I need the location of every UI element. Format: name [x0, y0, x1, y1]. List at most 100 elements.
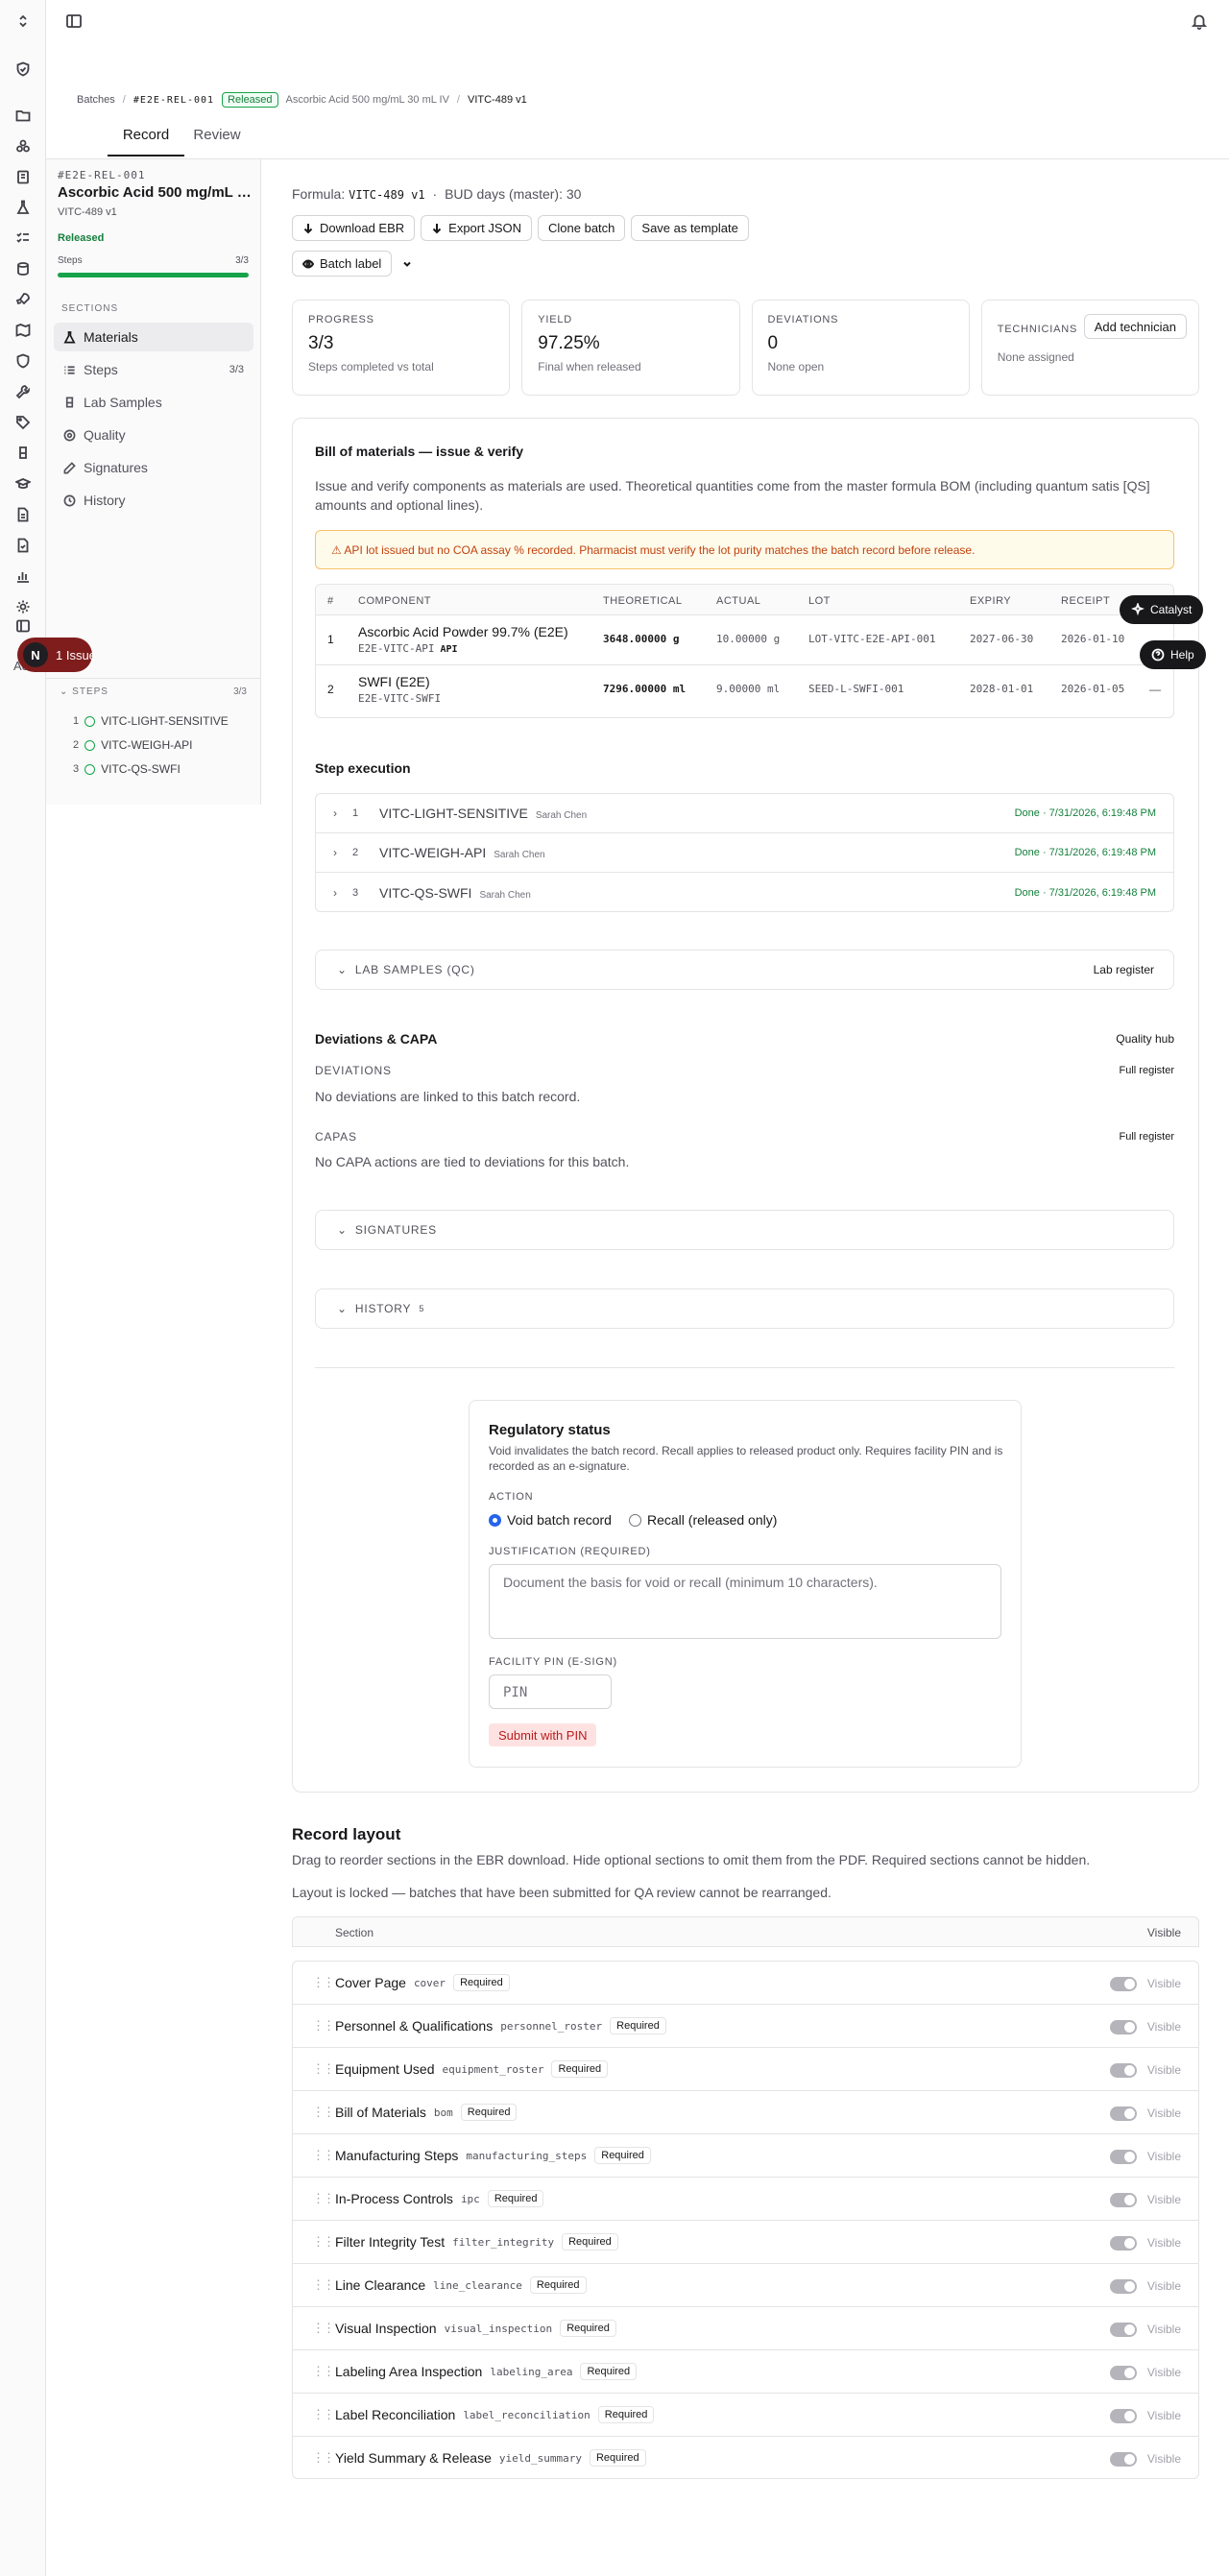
step-row[interactable]: › 2 VITC-WEIGH-API Sarah Chen Done · 7/31…: [316, 833, 1173, 873]
add-technician-button[interactable]: Add technician: [1083, 314, 1187, 339]
visible-toggle[interactable]: [1110, 2107, 1137, 2121]
drag-handle-icon[interactable]: ⋮⋮: [312, 2061, 335, 2077]
visible-toggle[interactable]: [1110, 2409, 1137, 2423]
deviations-register-link[interactable]: Full register: [1120, 1065, 1174, 1076]
graduation-cap-icon[interactable]: [13, 474, 33, 494]
list-check-icon[interactable]: [13, 229, 33, 248]
visible-toggle[interactable]: [1110, 2279, 1137, 2294]
visible-label: Visible: [1146, 2020, 1181, 2034]
export-json-button[interactable]: Export JSON: [421, 215, 533, 241]
tab-review[interactable]: Review: [182, 127, 252, 155]
sidebar-toggle-icon[interactable]: [13, 616, 33, 636]
visible-toggle[interactable]: [1110, 2366, 1137, 2380]
drag-handle-icon[interactable]: ⋮⋮: [312, 2018, 335, 2034]
file-check-icon[interactable]: [13, 536, 33, 555]
file-text-icon[interactable]: [13, 505, 33, 524]
help-button[interactable]: Help: [1140, 640, 1206, 669]
history-section[interactable]: ⌄ HISTORY 5: [315, 1288, 1174, 1329]
sidebar-step[interactable]: 1 VITC-LIGHT-SENSITIVE: [73, 714, 229, 728]
steps-header[interactable]: ⌄ STEPS: [60, 686, 108, 697]
issues-pill[interactable]: N 1 Issue: [17, 638, 92, 672]
wrench-icon[interactable]: [13, 382, 33, 401]
map-icon[interactable]: [13, 321, 33, 340]
workspace-switcher-icon[interactable]: [13, 12, 33, 31]
settings-icon[interactable]: [13, 597, 33, 616]
signatures-section[interactable]: ⌄ SIGNATURES: [315, 1210, 1174, 1250]
recall-radio[interactable]: Recall (released only): [629, 1512, 777, 1528]
beaker-icon[interactable]: [13, 444, 33, 463]
lab-samples-section[interactable]: ⌄ LAB SAMPLES (QC) Lab register: [315, 950, 1174, 990]
section-history[interactable]: History: [54, 486, 253, 515]
layout-row[interactable]: ⋮⋮ Filter Integrity Test filter_integrity R…: [293, 2221, 1198, 2264]
drag-handle-icon[interactable]: ⋮⋮: [312, 2234, 335, 2250]
layout-row[interactable]: ⋮⋮ Yield Summary & Release yield_summary Re…: [293, 2437, 1198, 2480]
layout-row[interactable]: ⋮⋮ Label Reconciliation label_reconciliati…: [293, 2394, 1198, 2437]
flask-icon[interactable]: [13, 198, 33, 217]
section-lab-samples[interactable]: Lab Samples: [54, 388, 253, 417]
layout-row[interactable]: ⋮⋮ Labeling Area Inspection labeling_area R…: [293, 2350, 1198, 2394]
drag-handle-icon[interactable]: ⋮⋮: [312, 2105, 335, 2120]
sidebar-step[interactable]: 3 VITC-QS-SWFI: [73, 762, 181, 776]
drag-handle-icon[interactable]: ⋮⋮: [312, 2450, 335, 2466]
step-row[interactable]: › 1 VITC-LIGHT-SENSITIVE Sarah Chen Done …: [316, 794, 1173, 833]
layout-row[interactable]: ⋮⋮ Visual Inspection visual_inspection Requ…: [293, 2307, 1198, 2350]
visible-toggle[interactable]: [1110, 2236, 1137, 2251]
section-materials[interactable]: Materials: [54, 323, 253, 351]
layout-row[interactable]: ⋮⋮ Equipment Used equipment_roster Required…: [293, 2048, 1198, 2091]
void-radio[interactable]: Void batch record: [489, 1512, 612, 1528]
download-ebr-button[interactable]: Download EBR: [292, 215, 416, 241]
section-quality[interactable]: Quality: [54, 421, 253, 449]
drag-handle-icon[interactable]: ⋮⋮: [312, 2277, 335, 2293]
drag-handle-icon[interactable]: ⋮⋮: [312, 1975, 335, 1990]
justification-textarea[interactable]: Document the basis for void or recall (m…: [489, 1564, 1001, 1639]
step-row[interactable]: › 3 VITC-QS-SWFI Sarah Chen Done · 7/31/2…: [316, 873, 1173, 912]
drag-handle-icon[interactable]: ⋮⋮: [312, 2191, 335, 2206]
layout-row[interactable]: ⋮⋮ Cover Page cover Required Visible: [293, 1962, 1198, 2005]
bom-row[interactable]: 1 Ascorbic Acid Powder 99.7% (E2E) E2E-V…: [316, 615, 1173, 665]
shield-icon[interactable]: [13, 351, 33, 371]
catalyst-button[interactable]: Catalyst: [1120, 595, 1204, 624]
capas-register-link[interactable]: Full register: [1120, 1131, 1174, 1143]
chevron-down-icon[interactable]: [398, 251, 418, 277]
drag-handle-icon[interactable]: ⋮⋮: [312, 2364, 335, 2379]
tab-record[interactable]: Record: [108, 127, 184, 156]
visible-toggle[interactable]: [1110, 2452, 1137, 2467]
boxes-icon[interactable]: [13, 136, 33, 156]
visible-toggle[interactable]: [1110, 2150, 1137, 2164]
sidebar-steps-label: Steps: [58, 255, 83, 266]
rocket-icon[interactable]: [13, 290, 33, 309]
section-steps[interactable]: Steps 3/3: [54, 355, 253, 384]
layout-row[interactable]: ⋮⋮ Line Clearance line_clearance Required Vi…: [293, 2264, 1198, 2307]
bell-icon[interactable]: [1191, 12, 1208, 33]
section-signatures[interactable]: Signatures: [54, 453, 253, 482]
visible-toggle[interactable]: [1110, 2323, 1137, 2337]
shield-check-icon[interactable]: [13, 60, 33, 79]
visible-toggle[interactable]: [1110, 2063, 1137, 2078]
lab-register-link[interactable]: Lab register: [1094, 963, 1154, 976]
clone-batch-button[interactable]: Clone batch: [538, 215, 626, 241]
quality-hub-link[interactable]: Quality hub: [1116, 1032, 1174, 1046]
bom-row[interactable]: 2 SWFI (E2E) E2E-VITC-SWFI 7296.00000 ml…: [316, 665, 1173, 715]
layout-row[interactable]: ⋮⋮ Bill of Materials bom Required Visible: [293, 2091, 1198, 2134]
clipboard-icon[interactable]: [13, 167, 33, 186]
sidebar-step[interactable]: 2 VITC-WEIGH-API: [73, 738, 192, 752]
layout-row[interactable]: ⋮⋮ Manufacturing Steps manufacturing_steps…: [293, 2134, 1198, 2178]
layout-row[interactable]: ⋮⋮ In-Process Controls ipc Required Visible: [293, 2178, 1198, 2221]
visible-toggle[interactable]: [1110, 2020, 1137, 2034]
drag-handle-icon[interactable]: ⋮⋮: [312, 2321, 335, 2336]
panel-toggle-icon[interactable]: [65, 12, 83, 33]
visible-toggle[interactable]: [1110, 2193, 1137, 2207]
database-icon[interactable]: [13, 259, 33, 278]
submit-pin-button[interactable]: Submit with PIN: [489, 1723, 597, 1746]
batch-label-button[interactable]: Batch label: [292, 251, 393, 277]
breadcrumb-batches[interactable]: Batches: [77, 94, 115, 106]
tag-icon[interactable]: [13, 413, 33, 432]
folder-icon[interactable]: [13, 106, 33, 125]
drag-handle-icon[interactable]: ⋮⋮: [312, 2407, 335, 2422]
pin-input[interactable]: PIN: [489, 1674, 612, 1709]
visible-label: Visible: [1146, 2366, 1181, 2379]
save-template-button[interactable]: Save as template: [631, 215, 749, 241]
drag-handle-icon[interactable]: ⋮⋮: [312, 2148, 335, 2163]
visible-toggle[interactable]: [1110, 1977, 1137, 1991]
layout-row[interactable]: ⋮⋮ Personnel & Qualifications personnel_ro…: [293, 2005, 1198, 2048]
